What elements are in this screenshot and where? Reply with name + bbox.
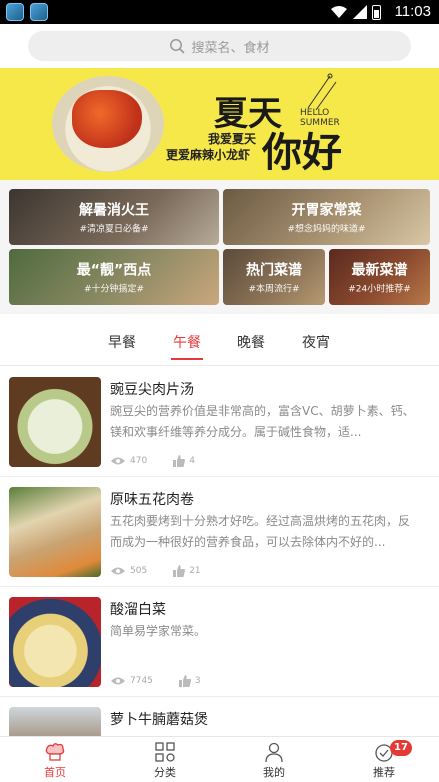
recipe-title: 豌豆尖肉片汤: [110, 382, 194, 398]
category-subtitle: #清凉夏日必备#: [79, 224, 149, 235]
recipe-stats: 470 4: [110, 455, 221, 467]
wifi-icon: [331, 6, 347, 18]
meal-tabs: 早餐 午餐 晚餐 夜宵: [0, 320, 439, 366]
recipe-description: 豌豆尖的营养价值是非常高的，富含VC、胡萝卜素、钙、镁和欢事纤维等养分成分。属于…: [110, 404, 415, 439]
nav-recommend[interactable]: 17 推荐: [329, 737, 439, 782]
thumb-up-icon: [173, 455, 186, 467]
category-tile-home-cooking[interactable]: 开胃家常菜 #想念妈妈的味道#: [223, 189, 430, 245]
like-count: 3: [194, 676, 201, 686]
recipe-thumbnail: [9, 597, 101, 687]
view-count: 505: [130, 566, 148, 576]
category-title: 最“靓”西点: [76, 262, 152, 279]
view-count: 470: [130, 456, 148, 466]
banner-tagline-2: 更爱麻辣小龙虾: [166, 148, 251, 162]
eye-icon: [111, 567, 125, 575]
recipe-list: 豌豆尖肉片汤 豌豆尖的营养价值是非常高的，富含VC、胡萝卜素、钙、镁和欢事纤维等…: [0, 367, 439, 737]
nav-home[interactable]: 首页: [0, 737, 110, 782]
app-notification-icon: [30, 3, 48, 21]
recipe-item[interactable]: 酸溜白菜 简单易学家常菜。 7745 3: [0, 587, 439, 697]
bottom-navigation: 首页 分类 我的 17 推荐: [0, 736, 439, 782]
grid-icon: [155, 742, 175, 762]
category-tile-cooling[interactable]: 解暑消火王 #清凉夏日必备#: [9, 189, 219, 245]
recipe-thumbnail: [9, 377, 101, 467]
view-count: 7745: [130, 676, 153, 686]
recipe-stats: 7745 3: [110, 675, 227, 687]
app-notification-icon: [6, 3, 24, 21]
system-icons: [330, 4, 381, 20]
person-icon: [265, 742, 283, 763]
tab-breakfast[interactable]: 早餐: [108, 332, 136, 352]
recipe-title: 原味五花肉卷: [110, 492, 194, 508]
clock: 11:03: [394, 3, 431, 20]
thumb-up-icon: [178, 675, 191, 687]
status-bar: 11:03: [0, 0, 439, 24]
category-tile-dessert[interactable]: 最“靓”西点 #十分钟搞定#: [9, 249, 219, 305]
nav-profile[interactable]: 我的: [219, 737, 329, 782]
nav-label: 推荐: [373, 766, 395, 779]
category-title: 最新菜谱: [351, 262, 408, 279]
category-subtitle: #24小时推荐#: [348, 284, 411, 295]
thumb-up-icon: [173, 565, 186, 577]
recipe-thumbnail: [9, 487, 101, 577]
like-count: 21: [189, 566, 201, 576]
promo-banner[interactable]: 夏天 HELLO SUMMER 你好 我爱夏天 更爱麻辣小龙虾: [0, 68, 439, 180]
category-subtitle: #十分钟搞定#: [83, 284, 145, 295]
category-tile-newest[interactable]: 最新菜谱 #24小时推荐#: [329, 249, 430, 305]
nav-categories[interactable]: 分类: [110, 737, 220, 782]
search-input[interactable]: 搜菜名、食材: [28, 31, 411, 61]
notification-badge: 17: [390, 740, 412, 756]
search-bar: 搜菜名、食材: [0, 24, 439, 68]
banner-hello-text: HELLO: [300, 108, 330, 118]
signal-icon: [353, 5, 367, 19]
active-tab-indicator: [171, 358, 203, 360]
recipe-item[interactable]: 豌豆尖肉片汤 豌豆尖的营养价值是非常高的，富含VC、胡萝卜素、钙、镁和欢事纤维等…: [0, 367, 439, 477]
battery-icon: [372, 4, 381, 20]
search-placeholder: 搜菜名、食材: [191, 40, 270, 56]
recipe-title: 酸溜白菜: [110, 602, 166, 618]
category-subtitle: #本周流行#: [248, 284, 300, 295]
crayfish-image: [72, 90, 142, 148]
nav-label: 我的: [263, 766, 285, 779]
category-title: 解暑消火王: [79, 202, 149, 219]
tab-dinner[interactable]: 晚餐: [237, 332, 265, 352]
category-title: 开胃家常菜: [291, 202, 362, 219]
banner-tagline-1: 我爱夏天: [208, 132, 257, 146]
category-tile-popular[interactable]: 热门菜谱 #本周流行#: [223, 249, 325, 305]
recipe-item[interactable]: 萝卜牛腩蘑菇煲: [0, 697, 439, 737]
eye-icon: [111, 677, 125, 685]
category-grid: 解暑消火王 #清凉夏日必备# 开胃家常菜 #想念妈妈的味道# 最“靓”西点 #十…: [0, 180, 439, 314]
recipe-thumbnail: [9, 707, 101, 737]
recipe-item[interactable]: 原味五花肉卷 五花肉要烤到十分熟才好吃。经过高温烘烤的五花肉，反而成为一种很好的…: [0, 477, 439, 587]
eye-icon: [111, 457, 125, 465]
nav-label: 分类: [154, 766, 176, 779]
chef-hat-icon: [45, 743, 65, 761]
category-subtitle: #想念妈妈的味道#: [287, 224, 366, 235]
tab-lunch[interactable]: 午餐: [173, 332, 201, 352]
like-count: 4: [189, 456, 195, 466]
recipe-description: 简单易学家常菜。: [110, 624, 207, 638]
category-title: 热门菜谱: [246, 262, 302, 279]
search-icon: [170, 39, 185, 54]
nav-label: 首页: [44, 766, 66, 779]
banner-decoration-icon: [307, 73, 337, 111]
recipe-stats: 505 21: [110, 565, 227, 577]
recipe-description: 五花肉要烤到十分熟才好吃。经过高温烘烤的五花肉，反而成为一种很好的营养食品，可以…: [110, 514, 411, 549]
banner-headline-hello: 你好: [262, 129, 342, 176]
recipe-title: 萝卜牛腩蘑菇煲: [110, 712, 208, 728]
tab-late-night[interactable]: 夜宵: [302, 332, 330, 352]
